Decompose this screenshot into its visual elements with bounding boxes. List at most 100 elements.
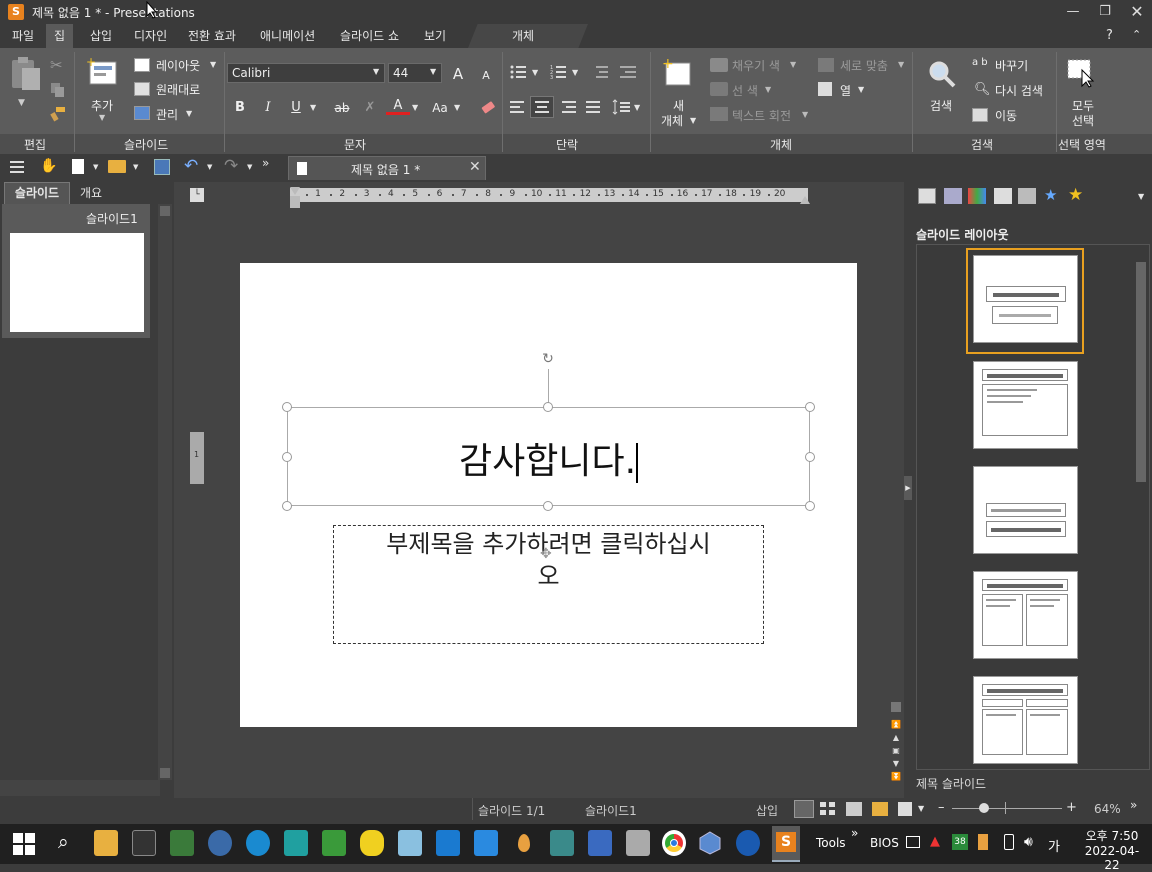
tab-outline[interactable]: 개요 xyxy=(80,184,102,202)
resize-handle-se[interactable] xyxy=(805,501,815,511)
virtualbox-icon[interactable] xyxy=(698,830,722,856)
add-slide-label[interactable]: 추가 xyxy=(91,97,113,114)
open-dropdown-icon[interactable]: ▼ xyxy=(133,163,138,171)
new-document-icon[interactable] xyxy=(72,159,84,174)
collapse-ribbon-icon[interactable]: ⌃ xyxy=(1132,28,1141,41)
qat-more-icon[interactable]: » xyxy=(262,156,269,170)
sidebar-transition-icon[interactable] xyxy=(1018,188,1036,204)
slide-title-text[interactable]: 감사합니다. xyxy=(288,432,809,484)
font-size-dropdown-icon[interactable]: ▼ xyxy=(430,67,436,76)
select-all-label-2[interactable]: 선택 xyxy=(1072,112,1094,129)
slideshow-dropdown-icon[interactable]: ▼ xyxy=(918,804,924,813)
app-logo-icon[interactable]: S xyxy=(8,4,24,20)
sidebar-animation-icon[interactable]: ★ xyxy=(1044,186,1057,204)
clear-format-button[interactable]: ✗ xyxy=(358,97,382,119)
droplet-app-icon[interactable] xyxy=(512,830,536,856)
remote-app-icon[interactable] xyxy=(588,830,612,856)
reset-button[interactable]: 원래대로 xyxy=(156,81,200,98)
vertical-align-dropdown-icon[interactable]: ▼ xyxy=(898,60,904,69)
zoom-slider-track[interactable] xyxy=(952,808,1062,809)
slide-thumbnail-selected[interactable]: 슬라이드1 xyxy=(2,204,150,338)
chrome-icon[interactable] xyxy=(662,830,686,856)
sidebar-favorite-icon[interactable]: ★ xyxy=(1068,185,1083,205)
view-sorter-icon[interactable] xyxy=(820,802,836,816)
taskbar-tools-more-icon[interactable]: » xyxy=(851,826,858,840)
font-color-button[interactable]: A xyxy=(386,95,410,115)
format-painter-icon[interactable] xyxy=(50,106,66,122)
file-explorer-icon[interactable] xyxy=(94,830,118,856)
manage-dropdown-icon[interactable]: ▼ xyxy=(186,109,192,118)
edge-browser-icon[interactable] xyxy=(246,830,270,856)
strikethrough-button[interactable]: ab xyxy=(330,97,354,119)
columns-dropdown-icon[interactable]: ▼ xyxy=(858,85,864,94)
network-app-icon[interactable] xyxy=(208,830,232,856)
align-left-icon[interactable] xyxy=(510,99,526,115)
tray-badge[interactable]: 38 xyxy=(952,834,968,850)
undo-dropdown-icon[interactable]: ▼ xyxy=(207,163,212,171)
align-center-button[interactable] xyxy=(530,96,554,118)
tab-file[interactable]: 파일 xyxy=(4,24,42,48)
goto-button[interactable]: 이동 xyxy=(995,107,1017,124)
underline-dropdown-icon[interactable]: ▼ xyxy=(310,103,316,112)
bullet-list-icon[interactable] xyxy=(510,64,526,80)
slide[interactable]: ↻ 감사합니다. 부제목을 추가하려면 클릭하십시 오 ✥ xyxy=(240,263,857,727)
search-again-button[interactable]: 다시 검색 xyxy=(995,82,1043,99)
slideshow-icon[interactable] xyxy=(898,802,912,816)
shrink-font-button[interactable]: A xyxy=(474,65,498,87)
resize-handle-e[interactable] xyxy=(805,452,815,462)
tab-design[interactable]: 디자인 xyxy=(126,24,175,48)
tray-device-icon[interactable] xyxy=(1004,834,1014,850)
grow-font-button[interactable]: A xyxy=(446,63,470,85)
align-right-icon[interactable] xyxy=(560,99,576,115)
taskbar-search-icon[interactable]: ⌕ xyxy=(58,831,69,853)
zoom-slider-thumb[interactable] xyxy=(979,803,989,813)
horizontal-ruler[interactable]: 1 2 3 4 5 6 7 8 9 10 11 12 13 14 15 16 17 18 19 20 xyxy=(290,188,808,202)
subtitle-placeholder[interactable]: 부제목을 추가하려면 클릭하십시 오 xyxy=(333,525,764,644)
tab-slideshow[interactable]: 슬라이드 쇼 xyxy=(332,24,407,48)
tab-stop-selector[interactable]: └ xyxy=(190,188,204,202)
zoom-out-button[interactable]: – xyxy=(938,800,945,815)
open-folder-icon[interactable] xyxy=(108,160,126,173)
status-insert-mode[interactable]: 삽입 xyxy=(756,802,778,819)
tray-arrow-icon[interactable]: ▲ xyxy=(930,834,940,849)
ime-indicator[interactable]: 가 xyxy=(1048,836,1060,855)
font-name-select[interactable]: Calibri xyxy=(227,63,385,83)
text-case-dropdown-icon[interactable]: ▼ xyxy=(454,103,460,112)
restore-button[interactable]: ❐ xyxy=(1088,0,1122,24)
vertical-ruler[interactable]: 1 xyxy=(190,432,204,484)
font-color-dropdown-icon[interactable]: ▼ xyxy=(412,103,418,112)
status-more-icon[interactable]: » xyxy=(1130,798,1137,812)
eraser-icon[interactable] xyxy=(478,98,498,116)
tab-animations[interactable]: 애니메이션 xyxy=(252,24,323,48)
document-tab-close-icon[interactable]: ✕ xyxy=(469,159,481,175)
replace-button[interactable]: 바꾸기 xyxy=(995,57,1028,74)
rotate-handle-icon[interactable]: ↻ xyxy=(539,351,557,369)
notes-app-icon[interactable] xyxy=(398,830,422,856)
power-app-icon[interactable] xyxy=(736,830,760,856)
resize-handle-sw[interactable] xyxy=(282,501,292,511)
volume-icon[interactable]: 🔊︎ xyxy=(1024,834,1033,850)
layout-gallery-scrollbar[interactable] xyxy=(1134,248,1148,768)
text-rotate-dropdown-icon[interactable]: ▼ xyxy=(802,110,808,119)
underline-button[interactable]: U xyxy=(284,97,308,119)
fill-color-dropdown-icon[interactable]: ▼ xyxy=(790,60,796,69)
presentations-taskbar-button[interactable]: S xyxy=(772,826,800,862)
add-slide-icon[interactable]: + xyxy=(86,55,120,90)
line-spacing-dropdown-icon[interactable]: ▼ xyxy=(634,103,640,112)
network-map-icon[interactable] xyxy=(550,830,574,856)
search-button[interactable]: 검색 xyxy=(930,97,952,114)
new-object-icon[interactable]: + xyxy=(662,56,694,90)
resize-handle-ne[interactable] xyxy=(805,402,815,412)
close-button[interactable]: ✕ xyxy=(1120,0,1152,24)
new-object-dropdown-icon[interactable]: ▼ xyxy=(690,116,696,125)
text-rotate-button[interactable]: 텍스트 회전 xyxy=(732,107,791,124)
redo-dropdown-icon[interactable]: ▼ xyxy=(247,163,252,171)
new-document-dropdown-icon[interactable]: ▼ xyxy=(93,163,98,171)
windows-start-icon[interactable] xyxy=(13,833,35,855)
decrease-indent-icon[interactable] xyxy=(592,64,608,80)
layout-comparison[interactable] xyxy=(973,676,1078,764)
justify-icon[interactable] xyxy=(586,99,602,115)
canvas-vscrollbar[interactable] xyxy=(888,204,904,780)
view-notes-icon[interactable] xyxy=(846,802,862,816)
taskbar-tools-label[interactable]: Tools xyxy=(816,836,846,850)
